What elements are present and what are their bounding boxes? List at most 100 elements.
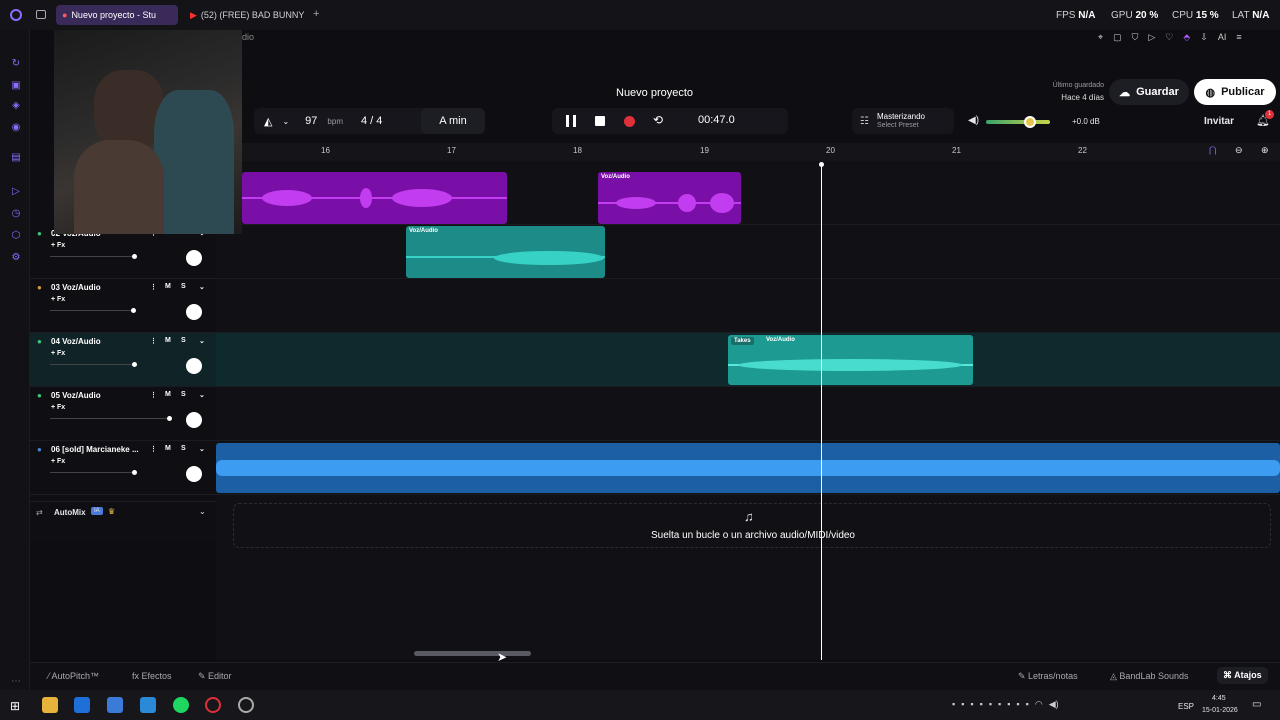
add-fx-button[interactable]: + Fx xyxy=(51,242,65,249)
track-volume-slider[interactable] xyxy=(50,470,137,475)
new-tab-button[interactable]: + xyxy=(313,8,319,20)
spotify-icon[interactable] xyxy=(173,697,189,713)
messenger-icon[interactable]: ◉ xyxy=(10,122,22,134)
file-explorer-icon[interactable] xyxy=(42,697,58,713)
save-button[interactable]: ☁ Guardar xyxy=(1109,79,1189,105)
editor-button[interactable]: ✎ Editor xyxy=(198,671,232,682)
snap-magnet-icon[interactable]: ⋂ xyxy=(1209,145,1216,156)
ai-icon[interactable]: AI xyxy=(1218,32,1227,44)
add-fx-button[interactable]: + Fx xyxy=(51,350,65,357)
publish-button[interactable]: ◍ Publicar xyxy=(1194,79,1276,105)
track-menu-icon[interactable]: ⋮ xyxy=(150,445,157,453)
tray-icon[interactable]: ▪ xyxy=(952,699,955,710)
opera-gx-icon[interactable] xyxy=(205,697,221,713)
pan-knob[interactable] xyxy=(186,466,202,482)
vscode-icon[interactable] xyxy=(140,697,156,713)
tab-list-icon[interactable] xyxy=(36,10,46,19)
outlook-icon[interactable] xyxy=(74,697,90,713)
history-icon[interactable]: ↻ xyxy=(10,58,22,70)
stop-button[interactable] xyxy=(595,116,605,126)
solo-button[interactable]: S xyxy=(181,337,186,344)
app-icon[interactable] xyxy=(238,697,254,713)
clock-date[interactable]: 15-01-2026 xyxy=(1202,707,1238,714)
metronome-icon[interactable]: ◭ xyxy=(264,115,272,128)
tray-icon[interactable]: ▪ xyxy=(961,699,964,710)
clock-time[interactable]: 4:45 xyxy=(1212,695,1226,702)
speaker-icon[interactable]: ◀) xyxy=(968,115,979,126)
record-button[interactable] xyxy=(624,116,635,127)
pin-icon[interactable]: ⌖ xyxy=(1098,32,1103,44)
twitch-icon[interactable]: ▤ xyxy=(10,152,22,164)
key-selector[interactable]: A min xyxy=(421,108,485,134)
arrangement-area[interactable]: Voz/Audio Voz/Audio Takes Voz/Audio xyxy=(216,161,1280,660)
zoom-out-icon[interactable]: ⊖ xyxy=(1235,145,1243,156)
pause-button[interactable] xyxy=(566,115,576,127)
track-name[interactable]: 06 [sold] Marcianeke ... xyxy=(51,445,139,454)
add-fx-button[interactable]: + Fx xyxy=(51,296,65,303)
chevron-down-icon[interactable]: ⌄ xyxy=(199,283,205,291)
solo-button[interactable]: S xyxy=(181,445,186,452)
project-title[interactable]: Nuevo proyecto xyxy=(616,87,693,99)
track-lane-03[interactable] xyxy=(216,279,1280,333)
download-icon[interactable]: ⇩ xyxy=(1200,32,1208,44)
tray-icon[interactable]: ▪ xyxy=(1007,699,1010,710)
pan-knob[interactable] xyxy=(186,358,202,374)
volume-icon[interactable]: ◀) xyxy=(1049,699,1059,710)
tray-icon[interactable]: ▪ xyxy=(989,699,992,710)
tab-nuevo-proyecto[interactable]: ● Nuevo proyecto - Stu xyxy=(56,5,178,25)
effects-button[interactable]: fx Efectos xyxy=(132,671,172,681)
bag-icon[interactable]: ▣ xyxy=(10,80,22,92)
track-menu-icon[interactable]: ⋮ xyxy=(150,337,157,345)
track-name[interactable]: 05 Voz/Audio xyxy=(51,391,101,400)
lyrics-button[interactable]: ✎ Letras/notas xyxy=(1018,671,1078,682)
volume-handle[interactable] xyxy=(132,254,137,259)
volume-handle[interactable] xyxy=(167,416,172,421)
menu-icon[interactable]: ≡ xyxy=(1236,32,1241,44)
chevron-down-icon[interactable]: ⌄ xyxy=(199,507,206,516)
shortcuts-button[interactable]: ⌘ Atajos xyxy=(1217,667,1268,684)
track-volume-slider[interactable] xyxy=(50,308,136,313)
mic-icon[interactable]: ● xyxy=(37,229,42,238)
screenshot-icon[interactable]: ▢ xyxy=(1113,32,1122,44)
track-header[interactable]: ● 05 Voz/Audio + Fx ⋮ M S ⌄ xyxy=(30,387,216,441)
pan-knob[interactable] xyxy=(186,250,202,266)
bandlab-sounds-button[interactable]: ◬ BandLab Sounds xyxy=(1110,671,1188,682)
track-name[interactable]: 04 Voz/Audio xyxy=(51,337,101,346)
play-small-icon[interactable]: ▷ xyxy=(1148,32,1155,44)
track-volume-slider[interactable] xyxy=(50,416,172,421)
tray-icon[interactable]: ▪ xyxy=(1016,699,1019,710)
playhead[interactable] xyxy=(819,162,824,660)
wifi-icon[interactable]: ◠ xyxy=(1035,699,1043,710)
more-icon[interactable]: ⋯ xyxy=(10,676,22,688)
play-icon[interactable]: ▷ xyxy=(10,186,22,198)
shield-icon[interactable]: ⛉ xyxy=(1132,32,1139,44)
drop-zone[interactable]: ♫ Suelta un bucle o un archivo audio/MID… xyxy=(233,503,1271,548)
settings-icon[interactable]: ⚙ xyxy=(10,252,22,264)
volume-handle[interactable] xyxy=(132,362,137,367)
tray-icon[interactable]: ▪ xyxy=(998,699,1001,710)
solo-button[interactable]: S xyxy=(181,283,186,290)
track-lane-01[interactable]: Voz/Audio xyxy=(216,171,1280,225)
track-name[interactable]: 03 Voz/Audio xyxy=(51,283,101,292)
timeline-ruler[interactable]: 16 17 18 19 20 21 22 ⋂ ⊖ ⊕ xyxy=(216,143,1280,161)
mic-icon[interactable]: ● xyxy=(37,283,42,292)
tray-icon[interactable]: ▪ xyxy=(1026,699,1029,710)
mute-button[interactable]: M xyxy=(165,391,171,398)
controller-icon[interactable]: ◈ xyxy=(10,100,22,112)
volume-handle[interactable] xyxy=(131,308,136,313)
volume-handle[interactable] xyxy=(132,470,137,475)
track-menu-icon[interactable]: ⋮ xyxy=(150,283,157,291)
track-volume-slider[interactable] xyxy=(50,362,137,367)
track-header[interactable]: ● 03 Voz/Audio + Fx ⋮ M S ⌄ xyxy=(30,279,216,333)
automix-row[interactable]: ⇄ AutoMix IA ♛ ⌄ xyxy=(30,501,216,523)
pan-knob[interactable] xyxy=(186,304,202,320)
track-menu-icon[interactable]: ⋮ xyxy=(150,391,157,399)
volume-handle[interactable] xyxy=(1024,116,1036,128)
audio-clip[interactable] xyxy=(242,172,507,224)
pan-knob[interactable] xyxy=(186,412,202,428)
add-fx-button[interactable]: + Fx xyxy=(51,458,65,465)
tab-youtube[interactable]: ▶ (52) (FREE) BAD BUNNY X xyxy=(184,5,304,25)
bpm-value[interactable]: 97 xyxy=(305,115,317,127)
audio-clip[interactable] xyxy=(216,443,1280,493)
windows-start-icon[interactable]: ⊞ xyxy=(10,699,20,713)
